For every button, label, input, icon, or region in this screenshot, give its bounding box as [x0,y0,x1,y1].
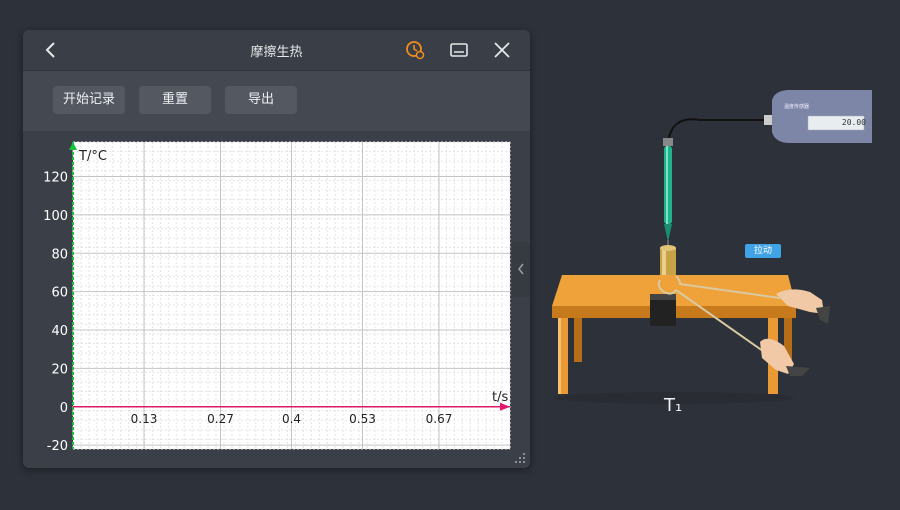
title-bar[interactable]: 摩擦生热 [23,30,530,71]
x-tick-label: 0.4 [282,412,301,426]
pull-button[interactable]: 拉动 [745,244,781,258]
sensor-reading: 20.00 [841,118,866,127]
x-tick-label: 0.13 [131,412,158,426]
x-tick-label: 0.53 [349,412,376,426]
start-recording-button[interactable]: 开始记录 [53,86,125,114]
y-tick-label: 40 [51,324,68,339]
reset-button[interactable]: 重置 [139,86,211,114]
chevron-left-small-icon [518,263,524,275]
clock-settings-icon [406,41,425,60]
minimize-icon [450,43,468,57]
temperature-probe [663,138,673,248]
timer-settings-button[interactable] [403,38,427,62]
y-tick-label: 120 [43,171,68,186]
x-tick-label: 0.67 [426,412,453,426]
temperature-chart: 120 100 80 60 40 20 0 -20 0.13 0.27 0.4 0.53 0.67 T/°… [23,132,530,468]
black-clamp [650,294,676,326]
chart-svg: 120 100 80 60 40 20 0 -20 0.13 0.27 0.4 0.53 0.67 T/°… [43,141,511,454]
y-tick-label: 20 [51,362,68,377]
export-button[interactable]: 导出 [225,86,297,114]
y-axis-arrow [69,142,77,150]
x-tick-label: 0.27 [207,412,234,426]
toolbar: 开始记录 重置 导出 [23,71,530,131]
resize-grip-icon[interactable] [514,452,526,464]
sensor-cable [667,118,766,146]
friction-heat-window: 摩擦生热 开始记录 重置 导出 120 100 80 60 40 20 0 -20 0.13 0 [23,30,530,468]
y-tick-label: 100 [43,209,68,224]
panel-collapse-handle[interactable] [512,242,530,297]
sensor-name: 温度传感器 [784,103,809,110]
experiment-scene: 温度传感器 [552,90,872,404]
y-tick-label: 80 [51,247,68,262]
close-icon [494,42,510,58]
minimize-button[interactable] [447,38,471,62]
y-tick-label: 60 [51,286,68,301]
y-tick-label: -20 [47,439,68,454]
thermometer-label: T₁ [664,395,683,416]
y-tick-label: 0 [60,401,68,416]
close-button[interactable] [490,38,514,62]
x-axis-label: t/s [492,390,508,405]
y-axis-label: T/°C [78,149,107,164]
